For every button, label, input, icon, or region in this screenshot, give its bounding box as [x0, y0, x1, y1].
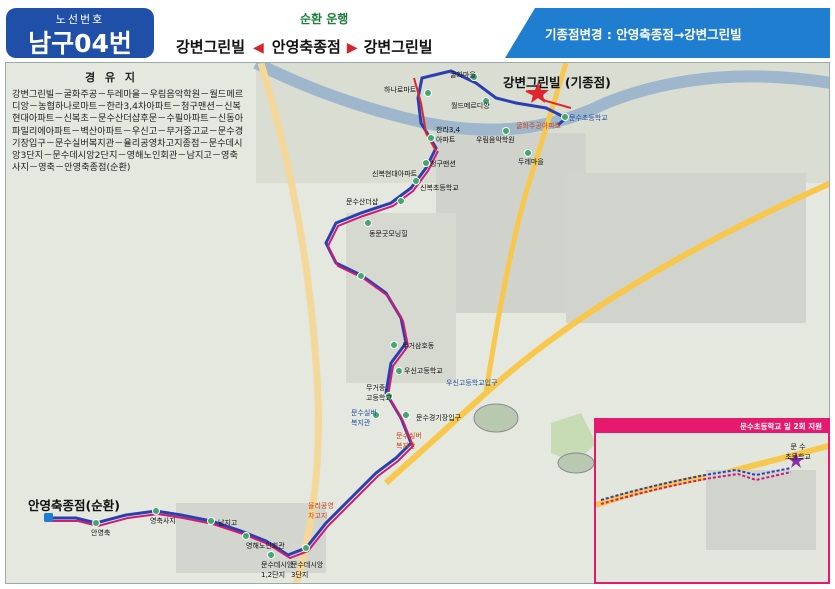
start-label: 강변그린빌 (기종점)	[503, 75, 611, 90]
terminal-bus-icon	[44, 513, 53, 522]
stop-marker	[397, 197, 405, 205]
stop-label-youngchuksaji: 영축사지	[150, 517, 176, 525]
header: 노선번호 남구04번 순환 운행 강변그린빌 ◀ 안영축종점 ▶ 강변그린빌 기종점변경…	[0, 0, 835, 62]
stop-marker	[267, 551, 275, 559]
stop-marker	[561, 113, 569, 121]
loop-path: 강변그린빌 ◀ 안영축종점 ▶ 강변그린빌	[176, 36, 433, 57]
stop-label-gulhwa: 굴화마을	[450, 71, 476, 79]
stop-marker	[357, 272, 365, 280]
stop-label-durae: 두레마을	[518, 158, 544, 166]
stop-label-wusin-ent: 우신고등학교입구	[446, 379, 498, 387]
stop-marker	[395, 367, 403, 375]
stop-marker	[422, 159, 430, 167]
route-number: 남구04번	[28, 29, 132, 58]
stop-label-munsu-school: 문수초등학교	[569, 114, 608, 122]
stop-label-yulli: 율리공영 차고지	[308, 502, 334, 520]
stop-marker	[427, 134, 435, 142]
urban-block-1	[436, 133, 586, 313]
stop-label-youngae: 영해노인회관	[246, 542, 285, 550]
urban-block-2	[566, 173, 806, 323]
stop-label-urim: 우림음악학원	[476, 136, 515, 144]
stop-label-world: 월드메르디앙	[451, 102, 490, 110]
stop-marker	[524, 149, 532, 157]
stop-label-silver: 문수실버 복지관	[351, 409, 377, 427]
stadium-2	[557, 452, 595, 474]
loop-from: 강변그린빌	[176, 38, 246, 56]
stop-label-cheonggu: 청구맨션	[430, 160, 456, 168]
stop-marker	[92, 519, 100, 527]
notice-text: 기종점변경 : 안영축종점→강변그린빌	[545, 27, 742, 42]
stop-label-hanaro: 하나로마트	[384, 86, 417, 94]
stop-marker	[424, 89, 432, 97]
inset-map: 문수초등학교 일 2회 지원 문 수 초등학교	[594, 418, 830, 584]
stop-marker	[364, 219, 372, 227]
stop-marker	[402, 411, 410, 419]
loop-to: 강변그린빌	[363, 38, 433, 56]
stop-label-dongmun: 동문굿모닝힐	[369, 230, 408, 238]
inset-school-label: 문 수 초등학교	[785, 443, 811, 461]
stop-label-munsusan: 문수산더샵	[346, 198, 379, 206]
stop-marker	[390, 341, 398, 349]
stop-label-mugeo-jung: 무거중, 고등학교	[366, 384, 392, 402]
stop-label-gulhwa-apt: 굴화주공아파트	[516, 122, 562, 130]
stadium	[473, 403, 519, 433]
stop-label-wusin: 우신고등학교	[404, 367, 443, 375]
notice-banner: 기종점변경 : 안영축종점→강변그린빌	[505, 8, 830, 58]
inset-urban	[706, 470, 816, 550]
stop-label-desian12: 문수데시앙 1,2단지	[261, 561, 294, 579]
end-label: 안영축종점(순환)	[28, 498, 120, 513]
inset-title-bar: 문수초등학교 일 2회 지원	[596, 420, 828, 433]
stop-marker	[302, 544, 310, 552]
stop-label-mugeo-sam: 무거삼호동	[402, 342, 435, 350]
inset-title: 문수초등학교 일 2회 지원	[739, 422, 822, 431]
stop-label-halla: 한라3,4 아파트	[436, 126, 461, 144]
stop-label-namji: 남지고	[218, 519, 238, 527]
arrow-left-icon: ◀	[253, 40, 264, 56]
via-text: 강변그린빌－굴화주공－두레마을－우림음악학원－월드메르디앙－농협하나로마트－한라…	[12, 89, 244, 174]
stop-marker	[152, 507, 160, 515]
via-title: 경 유 지	[85, 71, 139, 84]
stop-label-sinbok-elem: 신복초등학교	[420, 184, 459, 192]
notice-corner	[505, 8, 535, 58]
stop-marker	[207, 517, 215, 525]
loop-label: 순환 운행	[300, 12, 349, 26]
stop-label-sinbok-hyundai: 신복현대아파트	[372, 170, 418, 178]
arrow-right-icon: ▶	[346, 40, 358, 56]
route-badge: 노선번호 남구04번	[6, 8, 154, 58]
stop-label-silver2: 문수실버 복지관	[396, 432, 422, 450]
stop-label-youngchuk: 안영축	[91, 529, 111, 537]
via-panel: 경 유 지 강변그린빌－굴화주공－두레마을－우림음악학원－월드메르디앙－농협하나…	[10, 65, 246, 215]
stop-label-stadium: 문수경기장입구	[416, 414, 462, 422]
stop-marker	[502, 127, 510, 135]
loop-mid: 안영축종점	[271, 38, 341, 56]
stop-marker	[242, 532, 250, 540]
